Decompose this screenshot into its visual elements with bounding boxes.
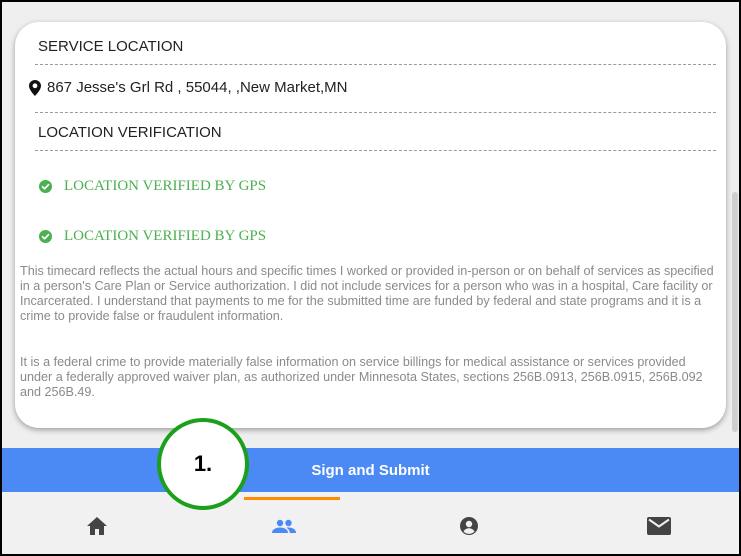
active-tab-indicator	[244, 497, 340, 500]
divider	[35, 64, 716, 65]
app-frame: SERVICE LOCATION 867 Jesse's Grl Rd , 55…	[0, 0, 741, 556]
mail-icon	[647, 517, 671, 535]
service-location-header: SERVICE LOCATION	[38, 38, 184, 55]
step-annotation-circle: 1.	[157, 418, 249, 510]
sign-and-submit-label: Sign and Submit	[311, 461, 430, 479]
content-scroll-area[interactable]: SERVICE LOCATION 867 Jesse's Grl Rd , 55…	[2, 2, 739, 448]
sign-and-submit-button[interactable]: Sign and Submit	[2, 448, 739, 492]
federal-crime-notice: It is a federal crime to provide materia…	[20, 355, 703, 399]
attestation-paragraph: This timecard reflects the actual hours …	[20, 264, 714, 323]
home-icon	[87, 517, 107, 535]
nav-home[interactable]	[77, 512, 117, 540]
check-circle-icon	[39, 180, 52, 193]
divider	[35, 150, 716, 151]
details-card: SERVICE LOCATION 867 Jesse's Grl Rd , 55…	[15, 22, 726, 428]
nav-people[interactable]	[264, 512, 304, 540]
check-circle-icon	[39, 230, 52, 243]
service-address: 867 Jesse's Grl Rd , 55044, ,New Market,…	[47, 79, 348, 96]
divider	[35, 112, 716, 113]
account-icon	[460, 517, 478, 535]
verification-text: LOCATION VERIFIED BY GPS	[64, 178, 267, 194]
verification-text: LOCATION VERIFIED BY GPS	[64, 228, 267, 244]
nav-account[interactable]	[449, 512, 489, 540]
verification-item: LOCATION VERIFIED BY GPS	[39, 178, 266, 195]
map-pin-icon	[29, 79, 41, 96]
step-annotation-label: 1.	[193, 451, 213, 476]
nav-mail[interactable]	[639, 512, 679, 540]
service-address-row: 867 Jesse's Grl Rd , 55044, ,New Market,…	[29, 79, 347, 96]
bottom-navigation	[2, 492, 739, 554]
verification-item: LOCATION VERIFIED BY GPS	[39, 228, 266, 245]
people-icon	[272, 519, 296, 533]
location-verification-header: LOCATION VERIFICATION	[38, 124, 222, 141]
scrollbar[interactable]	[732, 192, 738, 432]
